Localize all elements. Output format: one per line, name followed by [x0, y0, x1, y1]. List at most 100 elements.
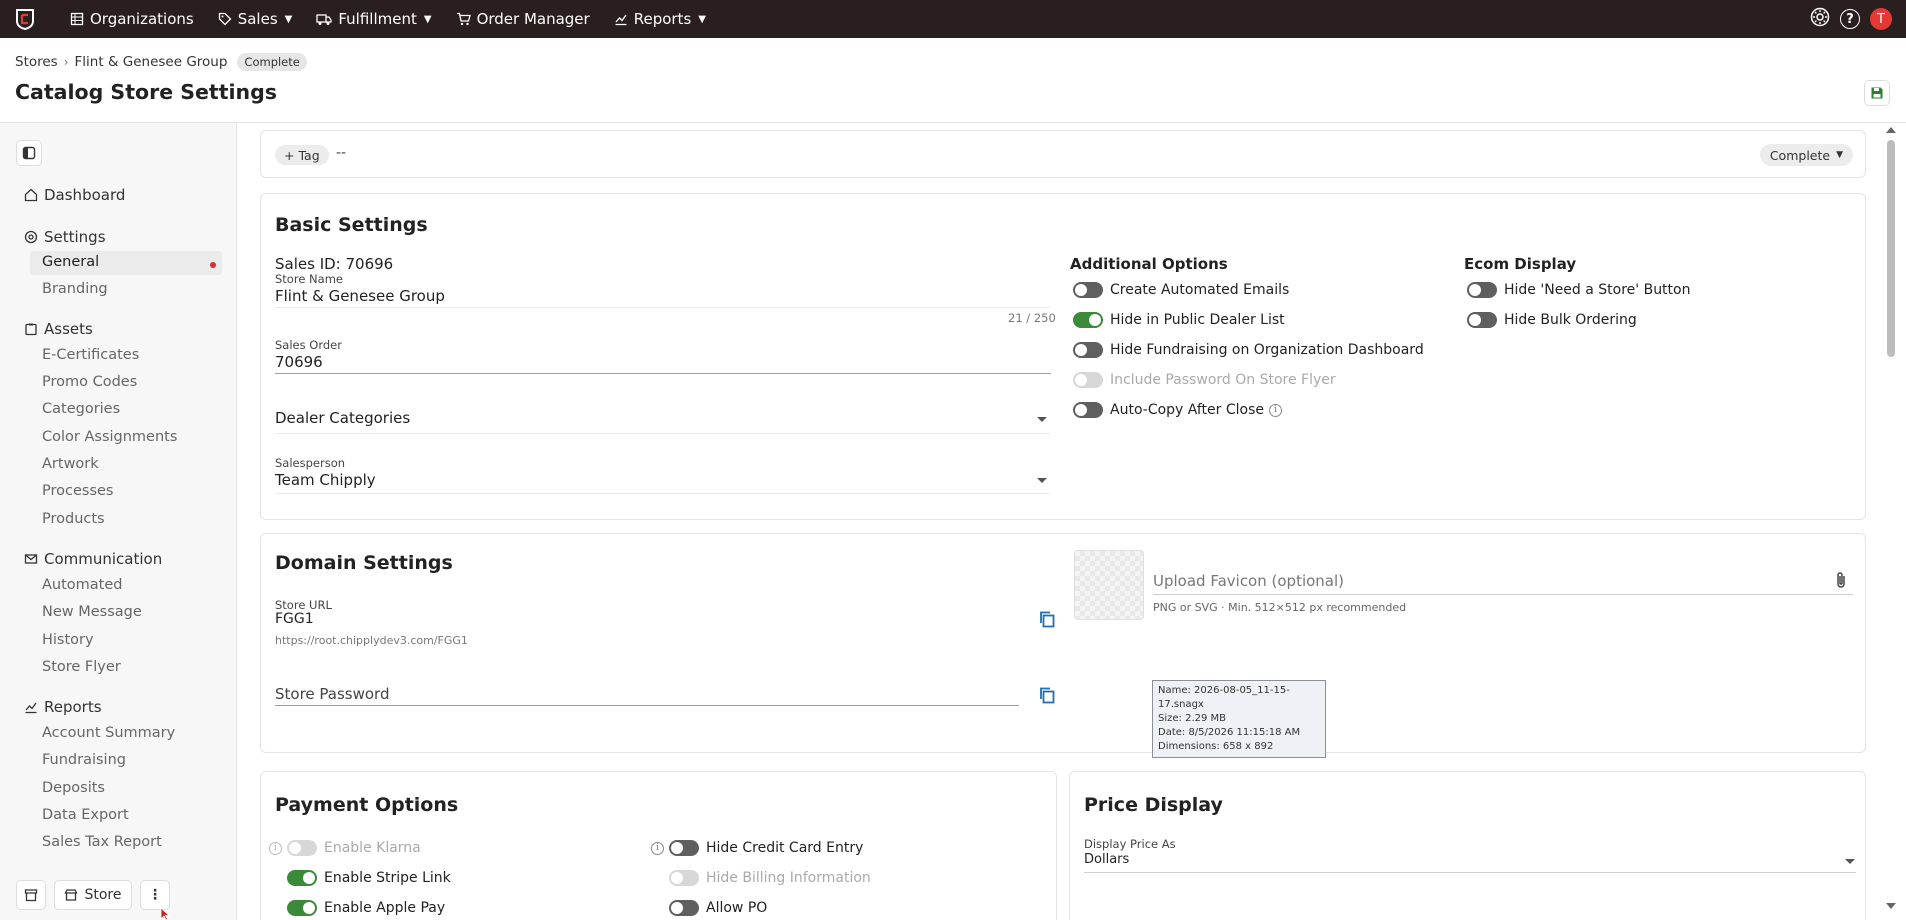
sidebar-item-branding[interactable]: Branding	[42, 281, 108, 297]
toggle-allow-po[interactable]: Allow PO	[669, 900, 767, 916]
toggle-switch[interactable]	[669, 900, 699, 916]
add-tag-button[interactable]: + Tag	[275, 145, 329, 165]
store-url-input[interactable]: FGG1	[275, 611, 314, 627]
toggle-switch[interactable]	[1073, 342, 1103, 358]
toggle-switch[interactable]	[1073, 402, 1103, 418]
toggle-label: Allow PO	[706, 900, 768, 916]
toggle-hide-in-public-dealer-list[interactable]: Hide in Public Dealer List	[1073, 312, 1285, 328]
toggle-enable-stripe-link[interactable]: Enable Stripe Link	[287, 870, 451, 886]
nav-order-manager[interactable]: Order Manager	[444, 0, 602, 38]
store-name-input[interactable]: Flint & Genesee Group	[275, 287, 445, 305]
nav-reports-label: Reports	[633, 10, 692, 28]
nav-fulfillment[interactable]: Fulfillment ▼	[304, 0, 443, 38]
toggle-hide-bulk-ordering[interactable]: Hide Bulk Ordering	[1467, 312, 1637, 328]
scroll-up-arrow-icon[interactable]	[1886, 127, 1896, 133]
info-icon[interactable]: i	[651, 841, 664, 855]
status-badge: Complete	[237, 53, 307, 71]
sidebar-item-sales-tax-report[interactable]: Sales Tax Report	[42, 834, 162, 850]
toggle-label: Enable Apple Pay	[324, 900, 446, 916]
toggle-switch[interactable]	[1073, 282, 1103, 298]
sidebar-item-store-flyer[interactable]: Store Flyer	[42, 659, 121, 675]
sidebar-item-dashboard[interactable]: Dashboard	[24, 186, 125, 204]
toggle-switch[interactable]	[669, 840, 699, 856]
sales-order-input[interactable]: 70696	[275, 353, 323, 371]
collapse-sidebar-button[interactable]	[16, 140, 42, 166]
breadcrumb-stores-link[interactable]: Stores	[15, 54, 58, 70]
status-dropdown[interactable]: Complete ▼	[1759, 144, 1853, 166]
sidebar-item-data-export[interactable]: Data Export	[42, 807, 129, 823]
settings-gear-icon[interactable]	[1810, 7, 1830, 31]
caret-down-icon	[1037, 478, 1047, 483]
nav-sales-label: Sales	[237, 10, 278, 28]
display-price-as-select[interactable]: Dollars	[1084, 852, 1129, 867]
paperclip-icon[interactable]	[1834, 571, 1848, 593]
help-icon[interactable]: ?	[1840, 9, 1860, 29]
sidebar-item-new-message[interactable]: New Message	[42, 604, 142, 620]
sidebar-section-reports[interactable]: Reports	[24, 698, 102, 716]
favicon-upload-input[interactable]: Upload Favicon (optional)	[1153, 572, 1344, 590]
toggle-switch	[669, 870, 699, 886]
toggle-label: Create Automated Emails	[1110, 282, 1290, 298]
toggle-auto-copy-after-close[interactable]: Auto-Copy After Close i	[1073, 402, 1282, 418]
basic-settings-title: Basic Settings	[275, 214, 428, 236]
sidebar-section-communication[interactable]: Communication	[24, 550, 162, 568]
sidebar-item-categories[interactable]: Categories	[42, 401, 120, 417]
sidebar-item-e-certificates[interactable]: E-Certificates	[42, 347, 139, 363]
domain-settings-title: Domain Settings	[275, 552, 453, 574]
sidebar-item-automated[interactable]: Automated	[42, 577, 123, 593]
store-button[interactable]: Store	[54, 880, 132, 910]
storefront-button[interactable]	[16, 880, 46, 910]
sidebar-item-fundraising[interactable]: Fundraising	[42, 752, 126, 768]
nav-reports[interactable]: Reports ▼	[602, 0, 718, 38]
toggle-enable-apple-pay[interactable]: Enable Apple Pay	[287, 900, 445, 916]
sidebar-item-general[interactable]: General	[42, 254, 99, 270]
info-icon[interactable]: i	[269, 841, 282, 855]
toggle-switch[interactable]	[1073, 312, 1103, 328]
store-name-counter: 21 / 250	[1008, 311, 1056, 325]
sidebar-item-artwork[interactable]: Artwork	[42, 456, 99, 472]
info-icon[interactable]: i	[1269, 403, 1282, 417]
toggle-create-automated-emails[interactable]: Create Automated Emails	[1073, 282, 1289, 298]
sidebar-item-account-summary[interactable]: Account Summary	[42, 725, 175, 741]
sales-order-label: Sales Order	[275, 338, 342, 352]
breadcrumb-chevron-icon: ›	[63, 55, 69, 69]
store-password-input[interactable]: Store Password	[275, 685, 389, 703]
toggle-hide-fundraising[interactable]: Hide Fundraising on Organization Dashboa…	[1073, 342, 1424, 358]
toggle-switch[interactable]	[1467, 282, 1497, 298]
display-price-as-label: Display Price As	[1084, 837, 1176, 851]
sidebar-item-products[interactable]: Products	[42, 511, 105, 527]
sidebar-footer: Store ⋮	[0, 870, 237, 920]
save-button[interactable]	[1864, 80, 1890, 106]
nav-organizations[interactable]: Organizations	[58, 0, 206, 38]
toggle-switch[interactable]	[287, 900, 317, 916]
toggle-switch[interactable]	[287, 870, 317, 886]
sidebar-item-promo-codes[interactable]: Promo Codes	[42, 374, 137, 390]
copy-password-icon[interactable]	[1038, 686, 1056, 704]
top-navigation-bar: Organizations Sales ▼ Fulfillment ▼ Orde…	[0, 0, 1906, 38]
scrollbar-thumb[interactable]	[1887, 140, 1895, 357]
toggle-hide-credit-card-entry[interactable]: i Hide Credit Card Entry	[651, 840, 863, 856]
sidebar-item-history[interactable]: History	[42, 632, 94, 648]
toggle-label: Auto-Copy After Close	[1110, 402, 1264, 418]
app-logo-icon[interactable]	[12, 6, 38, 32]
user-avatar[interactable]: T	[1870, 8, 1892, 30]
sidebar-section-settings[interactable]: Settings	[24, 228, 106, 246]
copy-url-icon[interactable]	[1038, 610, 1056, 628]
building-icon	[70, 12, 84, 26]
toggle-label: Enable Klarna	[324, 840, 421, 856]
toggle-switch[interactable]	[1467, 312, 1497, 328]
sidebar-item-deposits[interactable]: Deposits	[42, 780, 105, 796]
sidebar-section-assets[interactable]: Assets	[24, 320, 93, 338]
scroll-down-arrow-icon[interactable]	[1886, 903, 1896, 909]
chart-icon	[25, 702, 37, 714]
dealer-categories-select[interactable]: Dealer Categories	[275, 409, 410, 427]
salesperson-select[interactable]: Team Chipply	[275, 471, 376, 489]
toggle-hide-need-a-store[interactable]: Hide 'Need a Store' Button	[1467, 282, 1690, 298]
toggle-switch	[287, 840, 317, 856]
sidebar-item-processes[interactable]: Processes	[42, 483, 113, 499]
display-price-underline	[1084, 872, 1856, 873]
toggle-label: Hide Billing Information	[706, 870, 871, 886]
sidebar-item-color-assignments[interactable]: Color Assignments	[42, 429, 177, 445]
gear-icon	[24, 230, 38, 244]
nav-sales[interactable]: Sales ▼	[206, 0, 305, 38]
